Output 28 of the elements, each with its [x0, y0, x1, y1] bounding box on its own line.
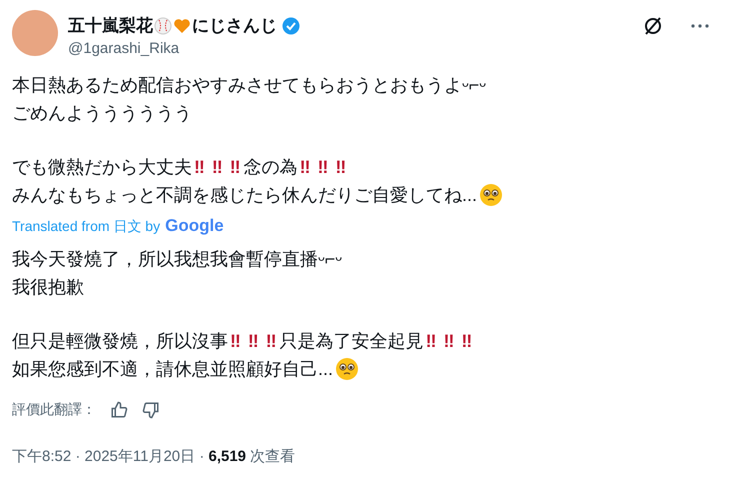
post-meta: 下午8:52 · 2025年11月20日 · 6,519 次查看: [12, 448, 296, 465]
heart-icon: [173, 18, 191, 34]
tweet-text: みんなもちょっと不調を感じたら休んだりご自愛してね...: [12, 184, 478, 207]
more-options-icon[interactable]: [691, 24, 709, 28]
pleading-face-icon: [479, 183, 504, 207]
tweet-text: 如果您感到不適，請休息並照顧好自己...: [12, 358, 334, 381]
thumbs-up-icon[interactable]: [110, 401, 128, 419]
rate-translation-label: 評價此翻譯：: [12, 401, 96, 419]
pleading-face-icon: [335, 357, 360, 381]
tweet-text: 我很抱歉: [12, 276, 84, 299]
exclamation-marks: ‼ ‼ ‼: [194, 156, 242, 179]
user-handle[interactable]: @1garashi_Rika: [68, 40, 633, 57]
tweet-text: 本日熱あるため配信おやすみさせてもらおうとおもうよᵕ⌐ᵕ: [12, 74, 486, 97]
tweet-text: 我今天發燒了，所以我想我會暫停直播ᵕ⌐ᵕ: [12, 248, 342, 271]
tweet-text: 只是為了安全起見: [280, 330, 424, 353]
tweet-text: でも微熱だから大丈夫: [12, 156, 192, 179]
exclamation-marks: ‼ ‼ ‼: [300, 156, 348, 179]
tweet-text: ごめんようううううう: [12, 102, 192, 125]
thumbs-down-icon[interactable]: [142, 401, 160, 419]
tweet-text: 念の為: [244, 156, 298, 179]
google-logo: Google: [165, 215, 224, 237]
exclamation-marks: ‼ ‼ ‼: [426, 330, 474, 353]
tweet-text: 但只是輕微發燒，所以沒事: [12, 330, 228, 353]
display-name[interactable]: にじさんじ: [192, 14, 277, 37]
baseball-icon: [154, 16, 172, 34]
exclamation-marks: ‼ ‼ ‼: [230, 330, 278, 353]
display-name[interactable]: 五十嵐梨花: [68, 14, 153, 37]
slashed-circle-icon[interactable]: [643, 16, 663, 36]
